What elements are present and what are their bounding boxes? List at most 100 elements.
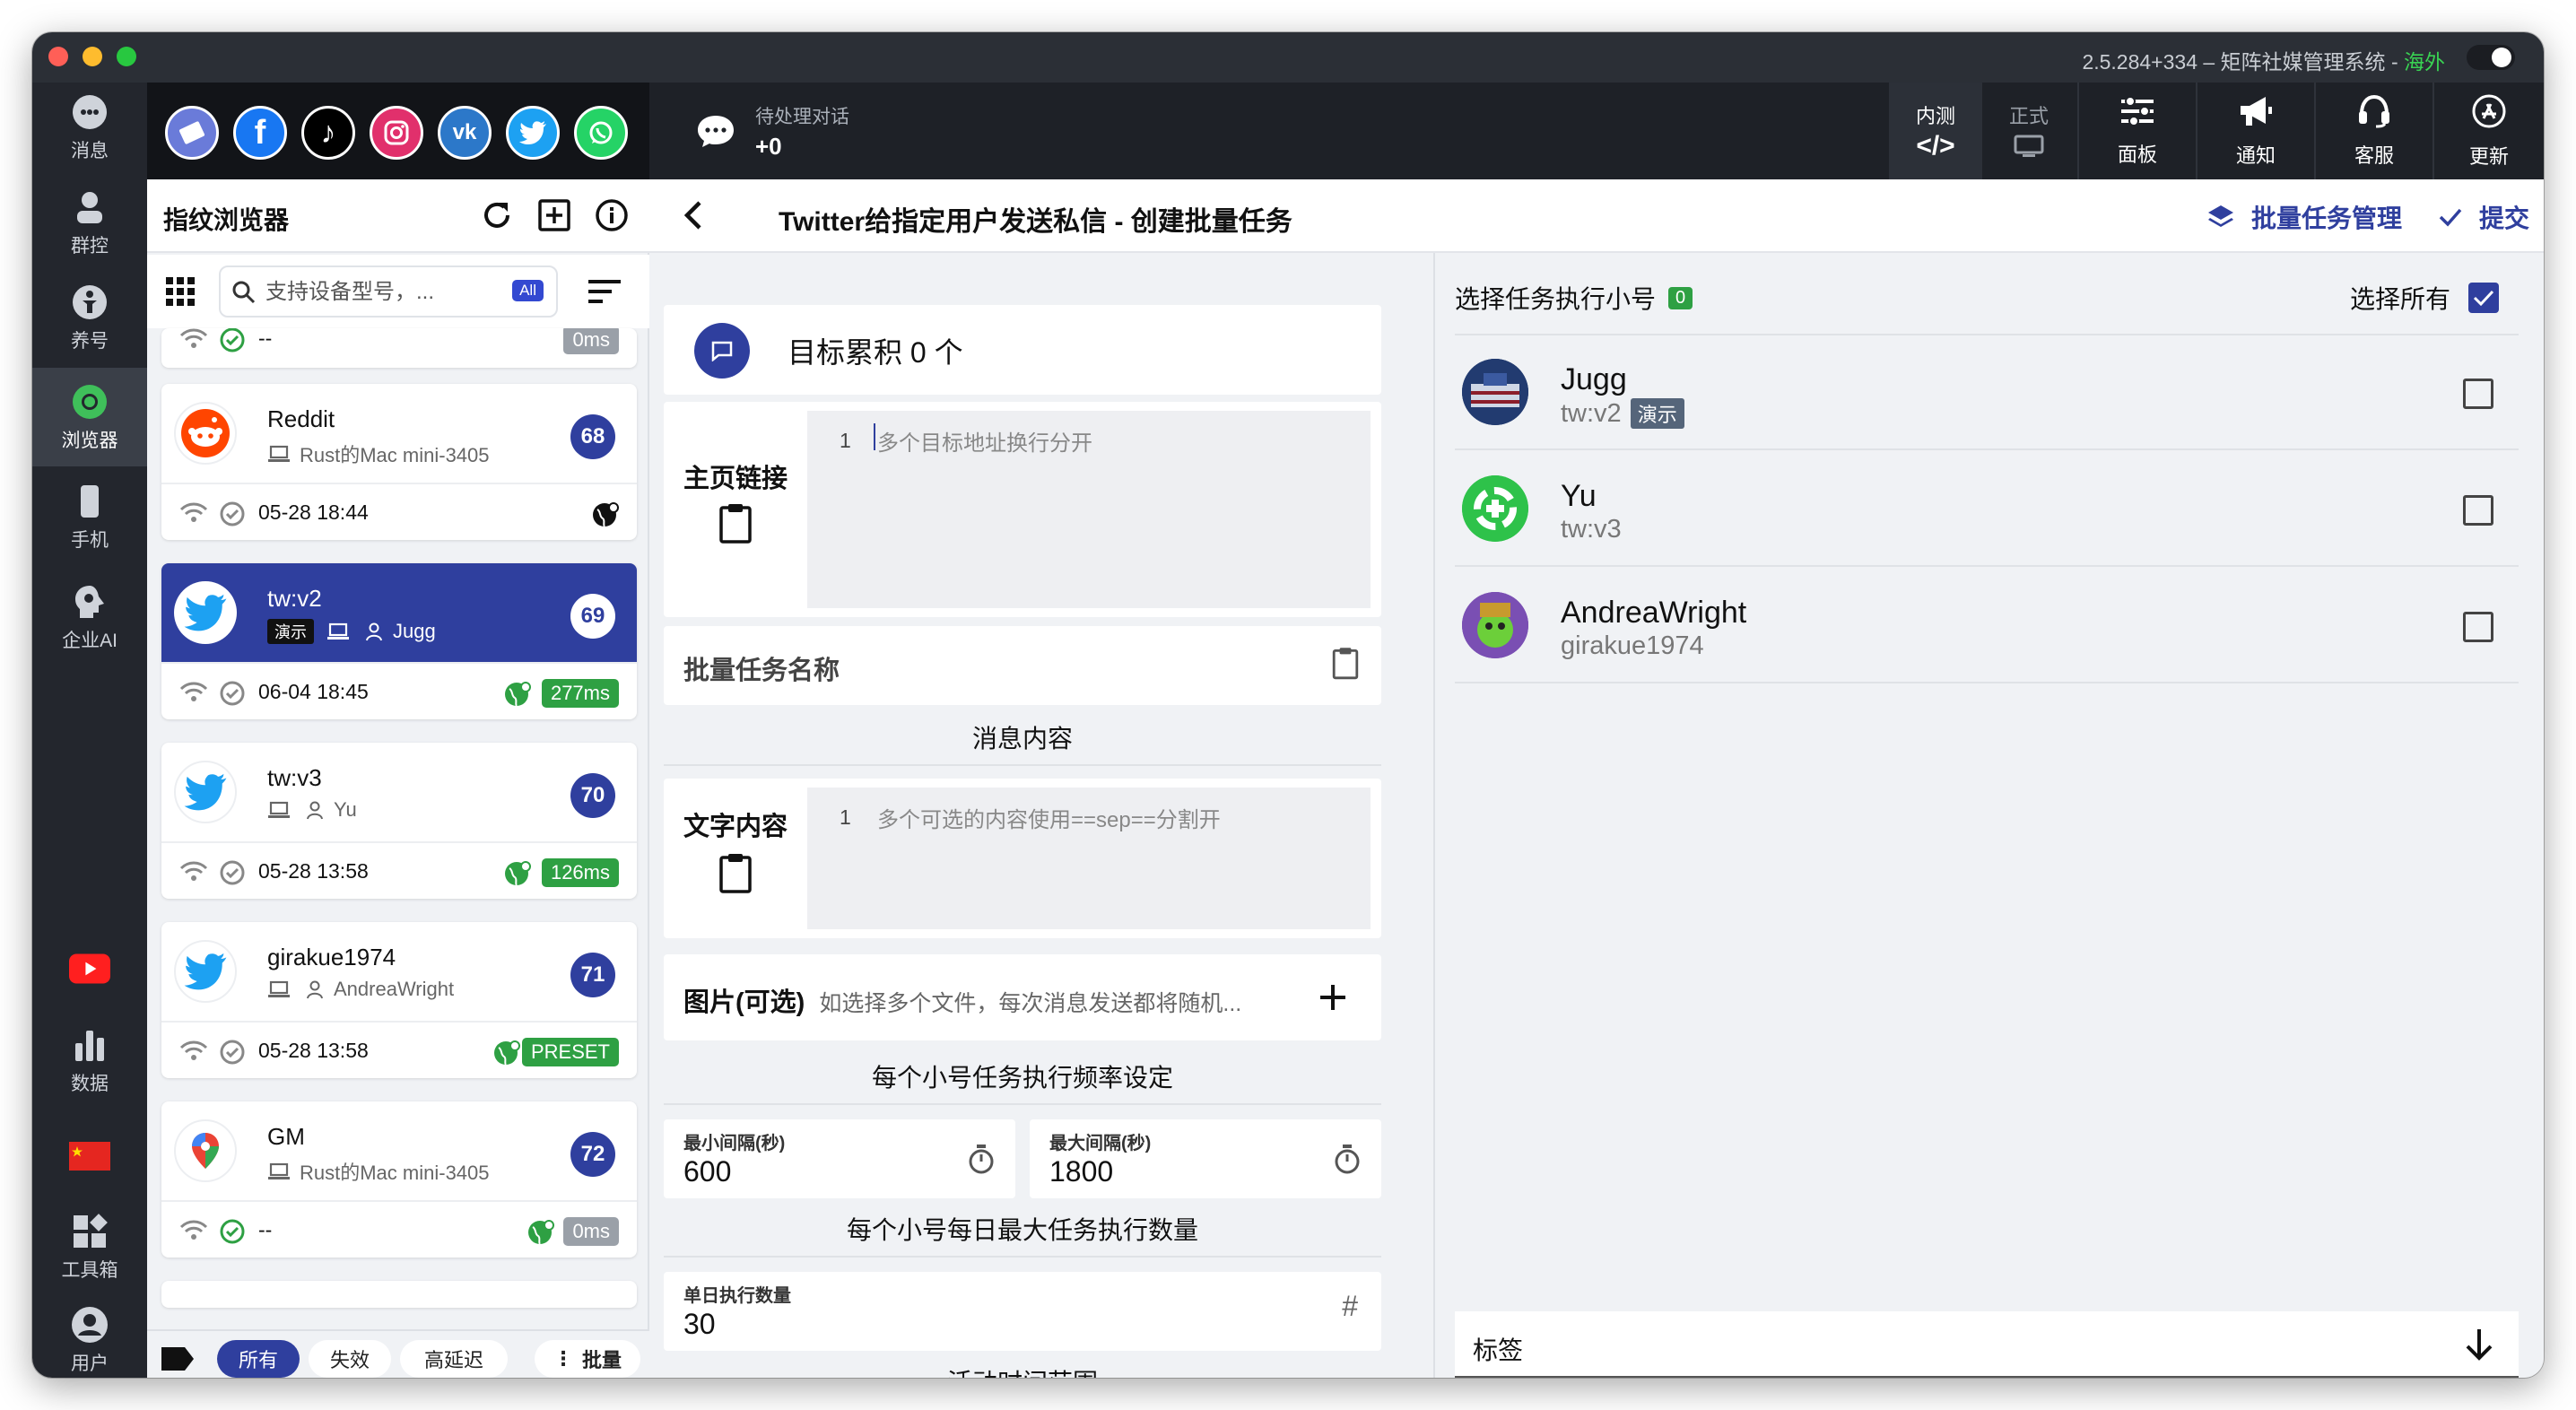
browser-card[interactable]: girakue1974 AndreaWright 71 05-28 13:58 …: [161, 922, 637, 1078]
globe-icon: [494, 1040, 520, 1066]
globe-icon: [593, 502, 619, 527]
panel-button[interactable]: 面板: [2079, 83, 2196, 179]
chat-bot-icon: [69, 91, 110, 133]
filter-all-chip[interactable]: 所有: [217, 1340, 300, 1378]
tiktok-icon[interactable]: ♪: [301, 106, 355, 160]
tags-selector[interactable]: 标签: [1455, 1311, 2519, 1378]
device-search-box[interactable]: All: [219, 265, 558, 318]
browser-search-row: All: [147, 255, 649, 328]
account-row[interactable]: Jugg tw:v2 演示: [1455, 335, 2519, 450]
device-search-input[interactable]: [265, 280, 490, 305]
daily-count-value: 30: [683, 1308, 716, 1340]
clipboard-icon[interactable]: [718, 502, 753, 544]
search-scope-badge[interactable]: All: [512, 280, 544, 301]
rail-item-nurture[interactable]: 养号: [32, 273, 147, 362]
rail-item-browser[interactable]: 浏览器: [32, 368, 147, 466]
rail-item-phone[interactable]: 手机: [32, 472, 147, 561]
batch-task-manage-link[interactable]: 批量任务管理: [2206, 199, 2402, 235]
submit-button[interactable]: 提交: [2438, 199, 2529, 235]
rail-item-data[interactable]: 数据: [32, 1015, 147, 1105]
select-all-toggle[interactable]: 选择所有: [2350, 280, 2499, 316]
daily-count-field[interactable]: 单日执行数量 30 #: [664, 1272, 1381, 1351]
refresh-icon[interactable]: [479, 197, 515, 233]
info-icon[interactable]: [594, 197, 630, 233]
rail-item-region[interactable]: [32, 1125, 147, 1188]
homepage-links-editor[interactable]: 1 多个目标地址换行分开: [807, 411, 1371, 608]
account-selector-header: 选择任务执行小号 0: [1455, 280, 1693, 316]
rail-item-toolbox[interactable]: 工具箱: [32, 1202, 147, 1292]
latency-badge: PRESET: [521, 1038, 619, 1066]
env-test-button[interactable]: 内测 </>: [1889, 83, 1982, 179]
facebook-icon[interactable]: f: [233, 106, 287, 160]
check-circle-icon: [220, 1040, 245, 1065]
batch-menu-button[interactable]: ⋮ 批量: [535, 1340, 640, 1378]
clipboard-icon[interactable]: [1331, 646, 1360, 680]
tags-label: 标签: [1473, 1336, 1524, 1364]
support-button[interactable]: 客服: [2316, 83, 2432, 179]
select-all-checkbox[interactable]: [2468, 283, 2499, 313]
active-time-section-title: 活动时间范围: [664, 1363, 1381, 1378]
minimize-window-button[interactable]: [83, 47, 102, 66]
browser-card[interactable]: tw:v3 Yu 70 05-28 13:58 126ms: [161, 743, 637, 899]
latency-badge: 0ms: [563, 1217, 619, 1246]
daily-limit-section-title: 每个小号每日最大任务执行数量: [846, 1216, 1198, 1244]
instagram-icon[interactable]: [370, 106, 423, 160]
notify-button[interactable]: 通知: [2197, 83, 2314, 179]
browser-card[interactable]: Reddit Rust的Mac mini-3405 68 05-28 18:44: [161, 384, 637, 540]
rail-item-youtube[interactable]: [32, 933, 147, 1005]
min-interval-field[interactable]: 最小间隔(秒) 600: [664, 1119, 1015, 1198]
browser-card-selected[interactable]: tw:v2 演示 Jugg 69 06-04 18:45 277ms: [161, 563, 637, 719]
theme-toggle[interactable]: [2467, 45, 2515, 70]
person-icon: [366, 622, 382, 641]
twitter-icon[interactable]: [506, 106, 560, 160]
wifi-icon: [179, 328, 208, 348]
task-name-field[interactable]: 批量任务名称: [664, 626, 1381, 705]
check-circle-icon: [220, 328, 245, 352]
globe-icon: [505, 682, 531, 707]
add-box-icon[interactable]: [536, 197, 572, 233]
task-form-header: Twitter给指定用户发送私信 - 创建批量任务 批量任务管理 提交: [649, 179, 2544, 253]
sort-icon[interactable]: [587, 278, 622, 305]
rail-item-user[interactable]: 用户: [32, 1295, 147, 1378]
account-checkbox[interactable]: [2463, 495, 2493, 526]
max-interval-field[interactable]: 最大间隔(秒) 1800: [1030, 1119, 1381, 1198]
browser-card[interactable]: GM Rust的Mac mini-3405 72 -- 0ms: [161, 1101, 637, 1258]
update-button[interactable]: 更新: [2434, 83, 2544, 179]
wifi-icon: [179, 861, 208, 881]
pending-conversations[interactable]: 待处理对话 +0: [696, 83, 849, 179]
close-window-button[interactable]: [48, 47, 68, 66]
platform-browser-icon[interactable]: [165, 106, 219, 160]
label-tag-icon[interactable]: [160, 1345, 196, 1372]
rail-item-enterprise-ai[interactable]: 企业AI: [32, 572, 147, 662]
back-arrow-icon[interactable]: [676, 197, 712, 233]
filter-high-latency-chip[interactable]: 高延迟: [400, 1340, 508, 1378]
maximize-window-button[interactable]: [117, 47, 136, 66]
owner-name: Yu: [334, 798, 357, 821]
whatsapp-icon[interactable]: [574, 106, 628, 160]
env-prod-button[interactable]: 正式: [1982, 83, 2076, 179]
homepage-links-placeholder: 多个目标地址换行分开: [877, 431, 1092, 456]
filter-invalid-chip[interactable]: 失效: [309, 1340, 391, 1378]
text-content-label: 文字内容: [683, 813, 788, 841]
grid-view-icon[interactable]: [165, 276, 196, 307]
vk-icon[interactable]: vk: [438, 106, 492, 160]
demo-tag: 演示: [1630, 398, 1684, 429]
pending-count: +0: [755, 132, 782, 160]
image-picker[interactable]: 图片(可选) 如选择多个文件，每次消息发送都将随机...: [664, 954, 1381, 1040]
account-row[interactable]: AndreaWright girakue1974: [1455, 569, 2519, 683]
account-checkbox[interactable]: [2463, 612, 2493, 642]
rail-item-group-control[interactable]: 群控: [32, 178, 147, 267]
clipboard-icon[interactable]: [718, 852, 753, 893]
account-row[interactable]: Yu tw:v3: [1455, 452, 2519, 567]
text-caret: [874, 423, 875, 450]
rail-item-messages[interactable]: 消息: [32, 83, 147, 172]
add-icon[interactable]: [1318, 983, 1347, 1012]
laptop-icon: [268, 1162, 290, 1179]
code-icon: </>: [1916, 131, 1955, 161]
text-content-editor[interactable]: 1 多个可选的内容使用==sep==分割开: [807, 788, 1371, 929]
browser-card-partial[interactable]: -- 0ms: [161, 328, 637, 368]
wifi-icon: [179, 1220, 208, 1240]
browser-card-partial[interactable]: [161, 1281, 637, 1308]
account-checkbox[interactable]: [2463, 379, 2493, 409]
text-content-field: 文字内容 1 多个可选的内容使用==sep==分割开: [664, 779, 1381, 938]
